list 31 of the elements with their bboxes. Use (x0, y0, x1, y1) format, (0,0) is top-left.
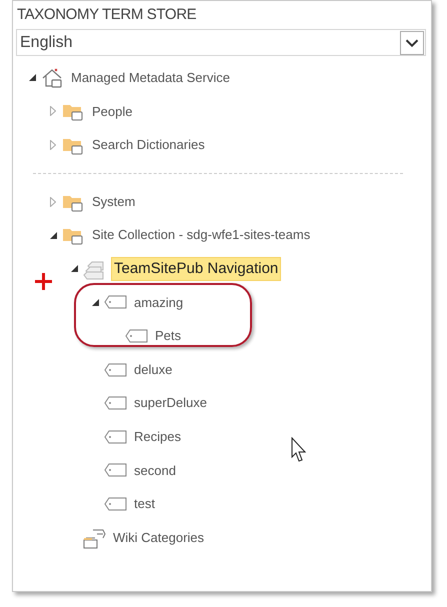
tree-item[interactable]: System (90, 192, 138, 212)
tag-icon (104, 496, 128, 512)
tree-item[interactable]: deluxe (132, 360, 174, 380)
tag-icon (104, 294, 128, 310)
tree-item[interactable]: TeamSitePub Navigation (111, 256, 282, 282)
expanded-arrow-icon[interactable] (92, 298, 98, 306)
tree-item[interactable]: second (132, 460, 178, 480)
tag-icon (104, 428, 128, 445)
tag-icon (104, 362, 128, 378)
language-dropdown[interactable]: English (16, 29, 426, 56)
tag-icon (104, 462, 128, 478)
tree-item[interactable]: Search Dictionaries (90, 135, 207, 155)
tree-item[interactable]: Site Collection - sdg-wfe1-sites-teams (90, 225, 312, 245)
panel-title: TAXONOMY TERM STORE (17, 5, 196, 25)
tag-icon (104, 395, 128, 412)
tree-item[interactable]: amazing (132, 292, 186, 312)
cursor-icon (291, 437, 307, 463)
expanded-arrow-icon[interactable] (70, 265, 78, 272)
tree-item[interactable]: Managed Metadata Service (69, 68, 232, 88)
tag-icon (125, 328, 149, 344)
tree-item[interactable]: test (132, 494, 157, 514)
tree-item[interactable]: superDeluxe (132, 393, 209, 413)
plus-icon (35, 273, 52, 290)
chevron-down-icon (400, 30, 424, 54)
expanded-arrow-icon[interactable] (50, 232, 56, 239)
expanded-arrow-icon[interactable] (28, 74, 36, 82)
house-icon (41, 66, 63, 89)
tree-item[interactable]: Pets (153, 326, 184, 346)
tree-item[interactable]: Recipes (132, 426, 183, 446)
tree-item[interactable]: People (90, 102, 134, 122)
tree-item[interactable]: Wiki Categories (111, 528, 206, 548)
